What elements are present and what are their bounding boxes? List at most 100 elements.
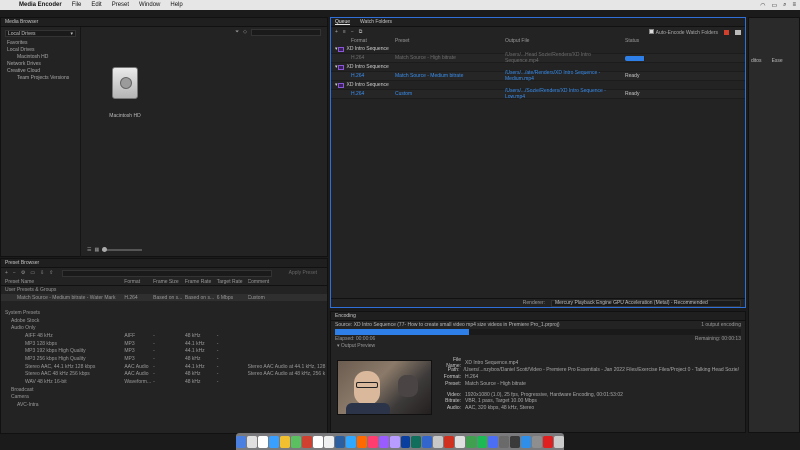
dock-app-icon[interactable] [521,435,532,448]
dock-app-icon[interactable] [312,435,323,448]
preset-browser-title[interactable]: Preset Browser [5,260,39,266]
dock-app-icon[interactable] [477,435,488,448]
dock-app-icon[interactable] [290,435,301,448]
start-queue-button[interactable] [735,29,741,35]
menu-window[interactable]: Window [134,2,165,8]
preset-row[interactable] [1,301,327,309]
preset-row[interactable]: User Presets & Groups [1,286,327,294]
preset-row[interactable]: Camera [1,394,327,402]
add-icon[interactable]: + [335,29,338,35]
col-frame-size[interactable]: Frame Size [153,279,185,285]
dock-app-icon[interactable] [466,435,477,448]
menu-app-name[interactable]: Media Encoder [14,2,67,8]
col-comment[interactable]: Comment [248,279,328,285]
preset-row[interactable]: WAV 48 kHz 16-bit Waveform... -48 kHz - [1,378,327,386]
settings-icon[interactable]: ≡ [343,29,346,35]
dock-app-icon[interactable] [235,435,246,448]
dock-app-icon[interactable] [422,435,433,448]
preset-row[interactable]: Stereo AAC 48 kHz 256 kbps AAC Audio -48 k… [1,371,327,379]
preset-row[interactable]: MP3 192 kbps High Quality MP3 - 44.1 kHz - [1,348,327,356]
col-format[interactable]: Format [124,279,153,285]
tree-item-macintosh-hd[interactable]: Macintosh HD [1,54,80,61]
queue-item-format[interactable]: H.264 [331,91,395,97]
preset-row[interactable]: MP3 256 kbps High Quality MP3 - 48 kHz - [1,355,327,363]
preset-row[interactable]: System Presets [1,309,327,317]
queue-item[interactable]: H.264 Custom /Users/.../Sozie/Renders/XD… [331,88,745,100]
renderer-dropdown[interactable]: Mercury Playback Engine GPU Acceleration… [551,299,741,307]
wifi-icon[interactable]: ◠ [760,2,765,9]
dock-app-icon[interactable] [389,435,400,448]
queue-item[interactable]: H.264 Match Source - High bitrate /Users… [331,52,745,64]
dock-app-icon[interactable] [455,435,466,448]
list-view-icon[interactable]: ☰ [87,247,91,253]
tree-item-favorites[interactable]: Favorites [1,40,80,47]
location-dropdown[interactable]: Local Drives ▾ [5,30,76,37]
queue-item[interactable]: H.264 Match Source - Medium bitrate /Use… [331,70,745,82]
dock-app-icon[interactable] [499,435,510,448]
search-icon[interactable]: ⌕ [783,2,786,9]
add-icon[interactable]: + [5,270,8,276]
right-tab-2[interactable]: Esse [772,58,783,64]
drive-item[interactable]: Macintosh HD [105,67,145,122]
queue-item-format[interactable]: H.264 [331,55,395,61]
preset-row[interactable]: Broadcast [1,386,327,394]
dock-app-icon[interactable] [411,435,422,448]
preset-row[interactable]: AIFF 48 kHz AIFF - 48 kHz - [1,332,327,340]
right-tab-1[interactable]: ditos [751,58,762,64]
menu-help[interactable]: Help [165,2,187,8]
col-frame-rate[interactable]: Frame Rate [185,279,217,285]
stop-queue-button[interactable] [724,29,729,35]
col-preset[interactable]: Preset [395,38,505,44]
dock-app-icon[interactable] [246,435,257,448]
encoding-title[interactable]: Encoding [335,313,356,319]
preset-row[interactable]: Audio Only [1,324,327,332]
grid-view-icon[interactable]: ▦ [94,247,99,253]
import-icon[interactable]: ⇩ [40,270,44,276]
queue-item-output[interactable]: /Users/.../ate/Renders/XD Intro Sequence… [505,70,619,82]
menu-file[interactable]: File [67,2,87,8]
col-preset-name[interactable]: Preset Name [1,279,124,285]
preset-row[interactable]: MP3 128 kbps MP3 - 44.1 kHz - [1,340,327,348]
preset-search-input[interactable] [62,269,273,277]
folder-icon[interactable]: ▭ [30,270,35,276]
media-search-input[interactable] [251,28,321,36]
preset-row[interactable]: AVC-Intra [1,401,327,409]
dock-app-icon[interactable] [356,435,367,448]
queue-item-preset[interactable]: Custom [395,91,505,97]
menu-preset[interactable]: Preset [107,2,134,8]
output-preview-toggle[interactable]: ▾ Output Preview [331,343,745,350]
dock-app-icon[interactable] [323,435,334,448]
dock-app-icon[interactable] [334,435,345,448]
tree-item-creative-cloud[interactable]: Creative Cloud [1,68,80,75]
queue-item-format[interactable]: H.264 [331,73,395,79]
settings-icon[interactable]: ⚙ [21,270,25,276]
dock-app-icon[interactable] [433,435,444,448]
dock-app-icon[interactable] [488,435,499,448]
control-center-icon[interactable]: ≡ [792,2,796,8]
thumbnail-size-slider[interactable] [102,247,143,252]
dock-app-icon[interactable] [543,435,554,448]
dock-app-icon[interactable] [268,435,279,448]
preset-row[interactable]: Stereo AAC, 44.1 kHz 128 kbps AAC Audio -4… [1,363,327,371]
auto-encode-toggle[interactable]: Auto-Encode Watch Folders [648,28,718,36]
duplicate-icon[interactable]: ⧉ [359,29,363,35]
preset-row[interactable]: Adobe Stock [1,317,327,325]
battery-icon[interactable]: ▭ [771,2,777,9]
dock-app-icon[interactable] [444,435,455,448]
tree-item-network-drives[interactable]: Network Drives [1,61,80,68]
queue-item-preset[interactable]: Match Source - High bitrate [395,55,505,61]
dock-app-icon[interactable] [378,435,389,448]
queue-item-preset[interactable]: Match Source - Medium bitrate [395,73,505,79]
dock-app-icon[interactable] [257,435,268,448]
col-status[interactable]: Status [619,38,679,44]
tab-queue[interactable]: Queue [335,19,350,25]
remove-icon[interactable]: − [13,270,16,276]
col-output[interactable]: Output File [505,38,619,44]
menu-edit[interactable]: Edit [86,2,106,8]
remove-icon[interactable]: − [351,29,354,35]
dock-app-icon[interactable] [554,435,565,448]
apply-preset-button[interactable]: Apply Preset [289,270,323,276]
dock-app-icon[interactable] [532,435,543,448]
dock-app-icon[interactable] [301,435,312,448]
export-icon[interactable]: ⇧ [49,270,53,276]
